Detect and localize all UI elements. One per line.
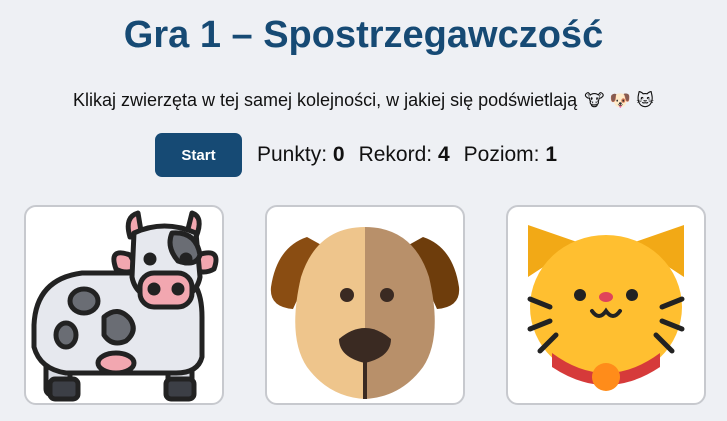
- controls: Start Punkty: 0 Rekord: 4 Poziom: 1: [155, 133, 557, 177]
- instructions: Klikaj zwierzęta w tej samej kolejności,…: [0, 90, 727, 111]
- dog-icon: [270, 227, 460, 399]
- level-label: Poziom:: [463, 143, 540, 166]
- record-value: 4: [437, 143, 450, 166]
- points-label: Punkty:: [257, 143, 328, 166]
- animal-card-cat[interactable]: [506, 205, 706, 405]
- stats: Punkty: 0 Rekord: 4 Poziom: 1: [257, 143, 557, 167]
- points-stat: Punkty: 0: [257, 143, 345, 167]
- cow-icon: [31, 210, 219, 402]
- instructions-text: Klikaj zwierzęta w tej samej kolejności,…: [72, 90, 578, 110]
- animal-card-cow[interactable]: [24, 205, 224, 405]
- level-stat: Poziom: 1: [464, 143, 557, 167]
- record-label: Rekord:: [358, 143, 433, 166]
- start-button[interactable]: Start: [155, 133, 242, 177]
- page-title: Gra 1 – Spostrzegawczość: [123, 14, 604, 56]
- cat-icon: [527, 225, 685, 391]
- record-stat: Rekord: 4: [359, 143, 450, 167]
- animal-card-dog[interactable]: [265, 205, 465, 405]
- instructions-emojis: 🐮 🐶 🐱: [584, 91, 655, 111]
- points-value: 0: [332, 143, 345, 166]
- level-value: 1: [545, 143, 558, 166]
